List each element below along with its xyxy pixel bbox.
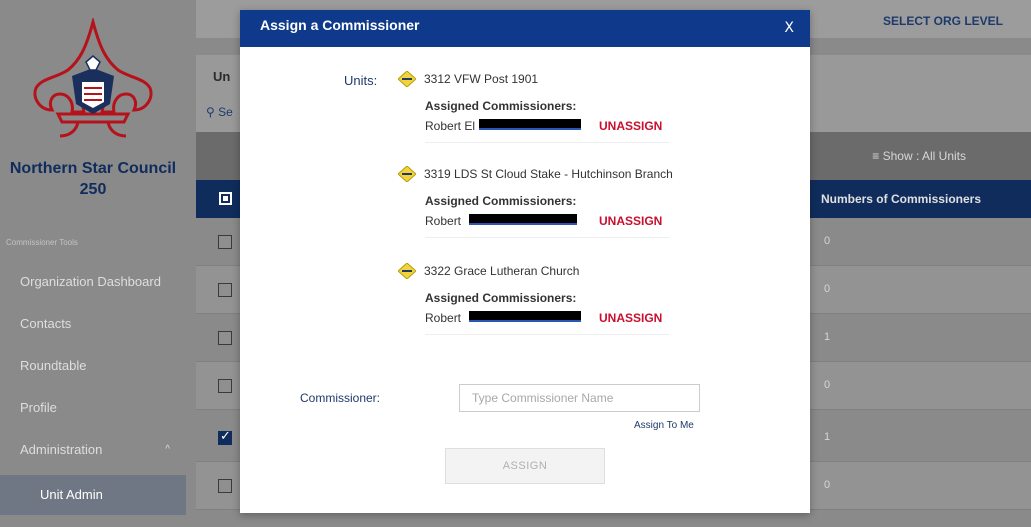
units-label: Units:	[344, 73, 378, 88]
sidebar-item-label: Administration	[20, 442, 103, 457]
sidebar-item-organization-dashboard[interactable]: Organization Dashboard	[0, 262, 186, 302]
sidebar-item-roundtable[interactable]: Roundtable	[0, 346, 186, 386]
dialog-title: Assign a Commissioner	[260, 17, 420, 33]
unit-entry: 3319 LDS St Cloud Stake - Hutchinson Bra…	[398, 166, 698, 238]
commissioner-label: Commissioner:	[300, 391, 381, 405]
column-header-numbers-of-commissioners: Numbers of Commissioners	[820, 192, 981, 206]
sidebar-item-unit-admin[interactable]: Unit Admin	[0, 475, 186, 515]
row-checkbox[interactable]	[218, 331, 232, 345]
sidebar-item-label: Profile	[20, 400, 57, 415]
commissioner-name: Robert El	[425, 119, 476, 133]
unassign-button[interactable]: UNASSIGN	[599, 214, 662, 228]
select-org-level-link[interactable]: SELECT ORG LEVEL	[883, 14, 1003, 28]
row-checkbox-checked[interactable]	[218, 429, 232, 445]
assigned-commissioners-label: Assigned Commissioners:	[425, 194, 577, 208]
bsa-logo	[33, 18, 153, 138]
sidebar-item-contacts[interactable]: Contacts	[0, 304, 186, 344]
dialog-header: Assign a Commissioner X	[240, 10, 810, 47]
assigned-commissioner-row: Robert UNASSIGN	[425, 309, 669, 335]
unit-diamond-icon	[398, 71, 416, 87]
assigned-commissioners-label: Assigned Commissioners:	[425, 99, 577, 113]
sidebar-item-label: Organization Dashboard	[20, 274, 161, 289]
commissioner-name: Robert	[425, 311, 462, 325]
close-button[interactable]: X	[784, 20, 794, 36]
panel-title: Un	[213, 69, 231, 84]
commissioner-name-input[interactable]	[459, 384, 700, 412]
sidebar-item-administration[interactable]: Administration ^	[0, 430, 186, 470]
filter-icon: ≡	[872, 149, 880, 163]
section-label: Commissioner Tools	[6, 238, 78, 247]
redaction-bar	[479, 119, 581, 130]
sidebar-item-profile[interactable]: Profile	[0, 388, 186, 428]
sidebar-item-label: Roundtable	[20, 358, 87, 373]
commissioner-name: Robert	[425, 214, 462, 228]
row-checkbox[interactable]	[218, 235, 232, 249]
row-checkbox[interactable]	[218, 479, 232, 493]
commissioner-count: 0	[824, 479, 831, 491]
unit-diamond-icon	[398, 263, 416, 279]
assign-to-me-link[interactable]: Assign To Me	[634, 420, 694, 431]
unassign-button[interactable]: UNASSIGN	[599, 311, 662, 325]
assigned-commissioner-row: Robert El UNASSIGN	[425, 117, 669, 143]
assigned-commissioners-label: Assigned Commissioners:	[425, 291, 577, 305]
select-all-checkbox[interactable]	[219, 192, 232, 205]
sidebar-item-label: Contacts	[20, 316, 72, 331]
unit-name: 3312 VFW Post 1901	[424, 72, 539, 86]
commissioner-count: 0	[824, 235, 831, 247]
search-icon: ⚲	[206, 105, 215, 119]
commissioner-count: 1	[824, 331, 831, 343]
sidebar-item-label: Unit Admin	[40, 487, 103, 502]
unit-entry: 3322 Grace Lutheran Church Assigned Comm…	[398, 263, 698, 335]
assigned-commissioner-row: Robert UNASSIGN	[425, 212, 669, 238]
unassign-button[interactable]: UNASSIGN	[599, 119, 662, 133]
row-checkbox[interactable]	[218, 379, 232, 393]
row-checkbox[interactable]	[218, 283, 232, 297]
search-field[interactable]: ⚲ Se	[206, 105, 233, 119]
unit-name: 3322 Grace Lutheran Church	[424, 264, 580, 278]
show-filter-label: Show : All Units	[882, 149, 966, 163]
redaction-bar	[469, 214, 577, 225]
unit-diamond-icon	[398, 166, 416, 182]
council-name: Northern Star Council 250	[9, 160, 177, 198]
assign-button[interactable]: ASSIGN	[445, 448, 605, 484]
chevron-up-icon: ^	[165, 444, 170, 455]
redaction-bar	[469, 311, 581, 322]
commissioner-count: 0	[824, 379, 831, 391]
commissioner-count: 0	[824, 283, 831, 295]
search-placeholder: Se	[218, 105, 233, 119]
sidebar: Northern Star Council 250 Commissioner T…	[0, 0, 186, 527]
commissioner-count: 1	[824, 431, 831, 443]
show-filter-button[interactable]: ≡ Show : All Units	[872, 149, 966, 163]
unit-name: 3319 LDS St Cloud Stake - Hutchinson Bra…	[424, 167, 673, 181]
unit-entry: 3312 VFW Post 1901 Assigned Commissioner…	[398, 71, 698, 143]
assign-commissioner-dialog: Assign a Commissioner X Units: 3312 VFW …	[240, 10, 810, 513]
